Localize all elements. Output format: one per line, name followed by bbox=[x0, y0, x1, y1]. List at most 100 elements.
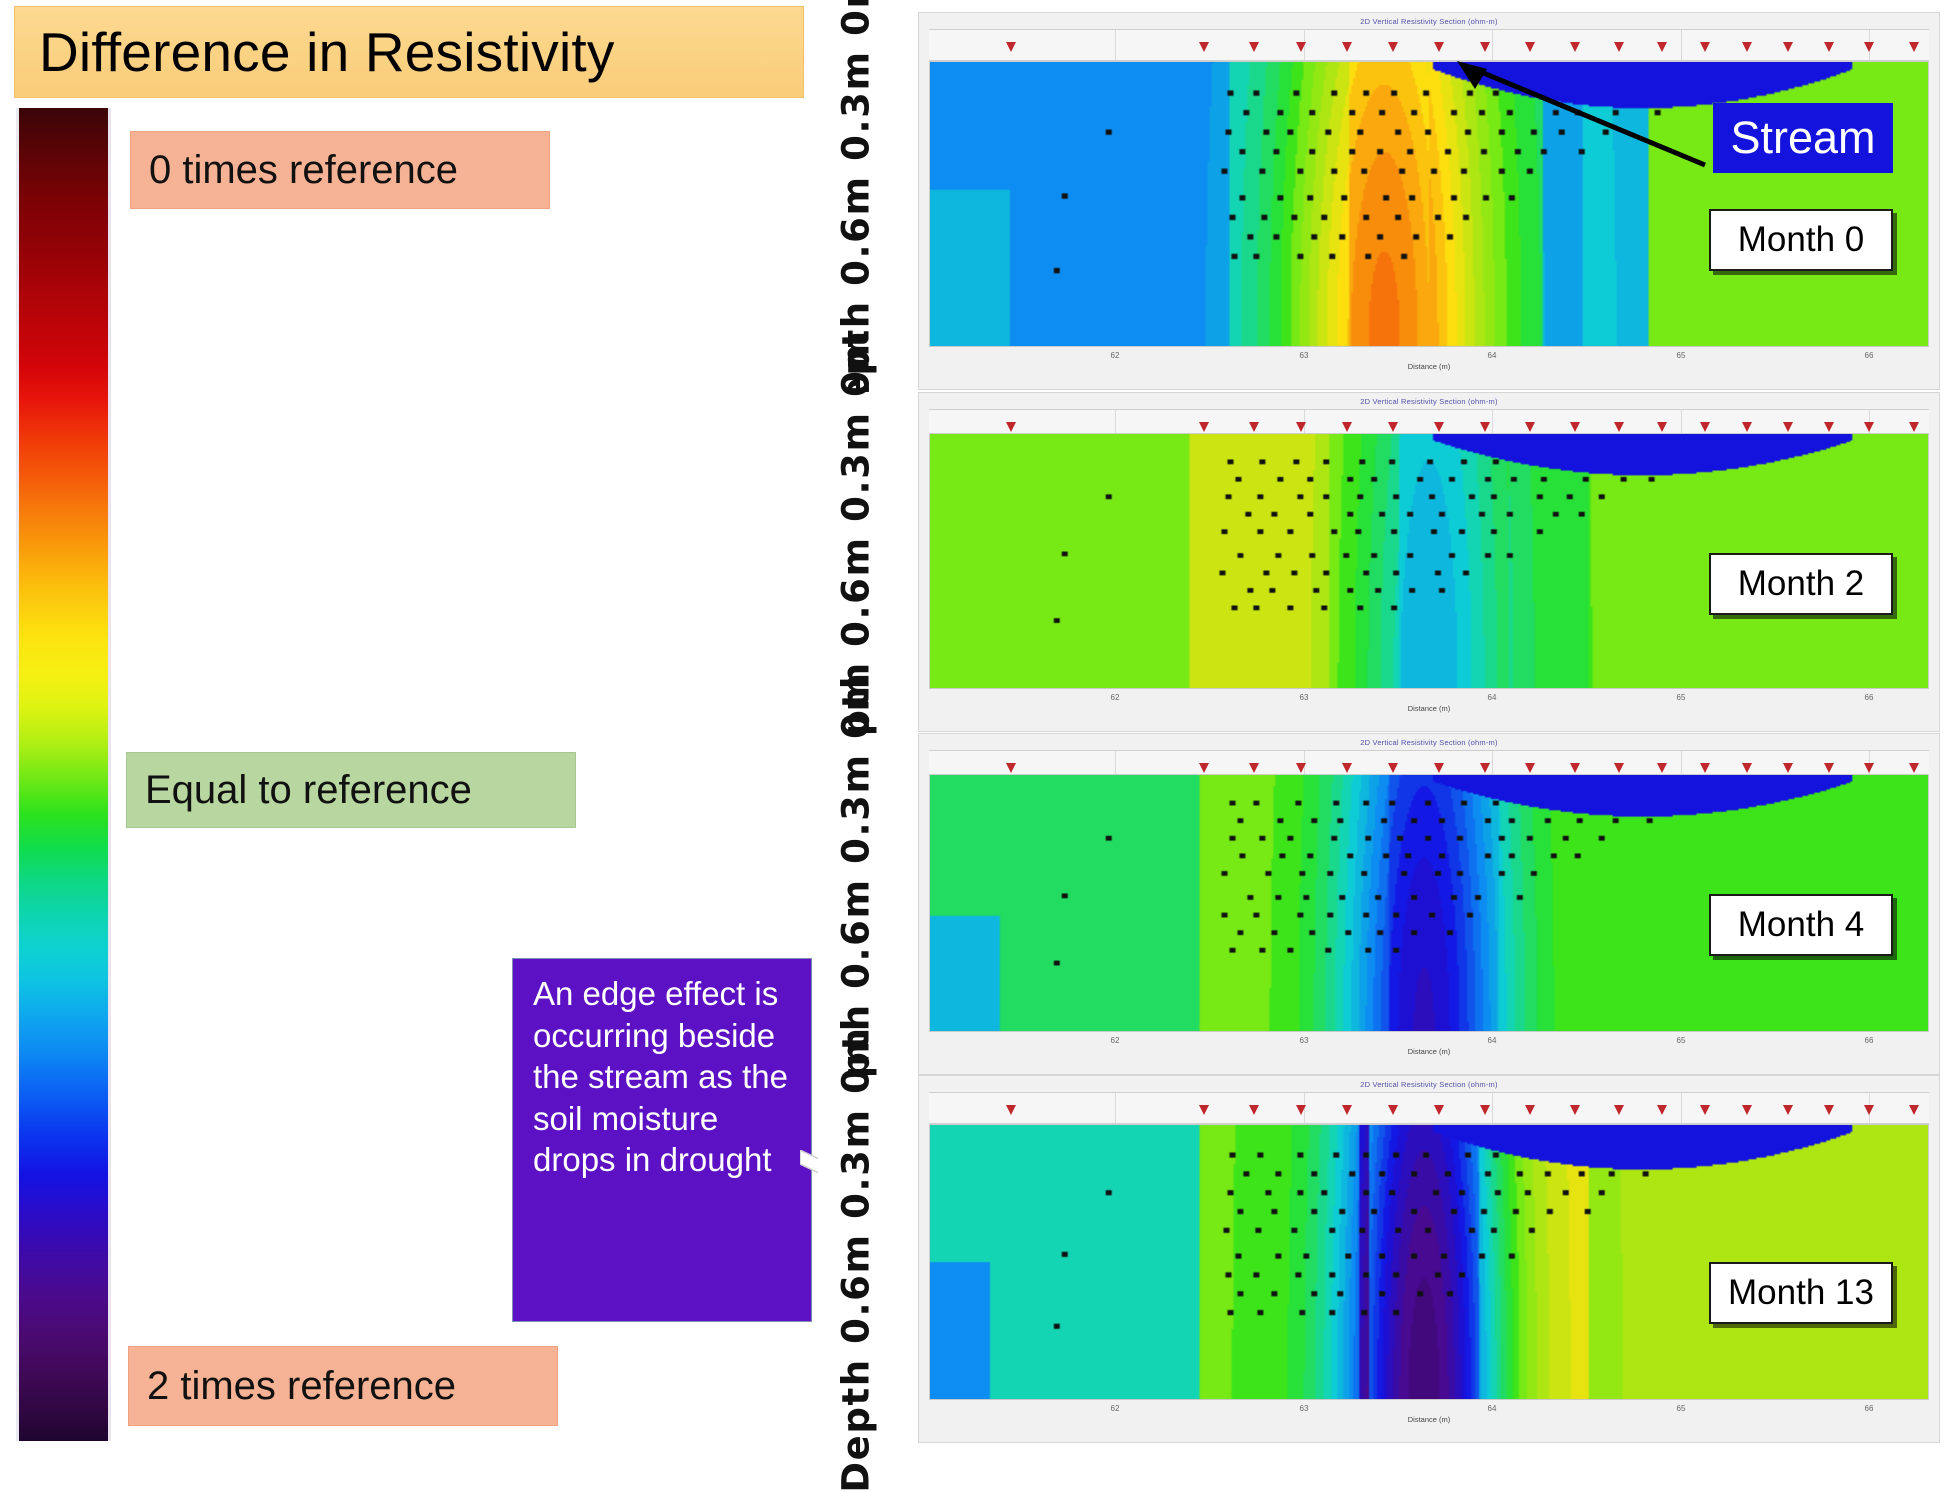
y-axis-label: Depth 0.6m 0.3m 0m bbox=[796, 1026, 916, 1492]
electrode-marker-icon bbox=[1525, 422, 1535, 432]
panel-month-tag: Month 13 bbox=[1709, 1262, 1893, 1324]
electrode-marker-icon bbox=[1864, 763, 1874, 773]
electrode-marker-icon bbox=[1742, 1105, 1752, 1115]
x-axis-tick: 66 bbox=[1864, 1404, 1874, 1413]
x-axis: 62 63 64 65 66 Distance (m) bbox=[929, 346, 1929, 377]
electrode-marker-icon bbox=[1005, 763, 1016, 773]
electrode-marker-icon bbox=[1742, 763, 1752, 773]
electrode-marker-icon bbox=[1249, 1105, 1259, 1115]
electrode-marker-icon bbox=[1434, 422, 1444, 432]
legend-label-zero: 0 times reference bbox=[130, 131, 550, 209]
chart-title: 2D Vertical Resistivity Section (ohm-m) bbox=[1360, 397, 1498, 406]
electrode-marker-icon bbox=[1434, 42, 1444, 52]
electrode-marker-icon bbox=[1824, 1105, 1834, 1115]
electrode-marker-icon bbox=[1569, 422, 1580, 432]
x-axis-title: Distance (m) bbox=[1407, 362, 1451, 371]
resistivity-panel-stack: Depth 0.6m 0.3m 0m 2D Vertical Resistivit… bbox=[818, 0, 1958, 1492]
x-axis-tick: 63 bbox=[1299, 1404, 1309, 1413]
x-axis-tick: 64 bbox=[1487, 1036, 1497, 1045]
legend-label-two: 2 times reference bbox=[128, 1346, 558, 1426]
grid-line bbox=[1492, 1093, 1493, 1123]
legend-label-equal: Equal to reference bbox=[126, 752, 576, 828]
grid-line bbox=[1681, 1093, 1682, 1123]
x-axis-tick: 63 bbox=[1299, 351, 1309, 360]
edge-effect-annotation-text: An edge effect is occurring beside the s… bbox=[533, 975, 788, 1179]
grid-line bbox=[1681, 30, 1682, 60]
panel-month-tag-text: Month 2 bbox=[1737, 564, 1865, 603]
electrode-marker-icon bbox=[1742, 42, 1752, 52]
legend-label-zero-text: 0 times reference bbox=[149, 147, 459, 192]
electrode-marker-icon bbox=[1341, 422, 1352, 432]
x-axis-tick: 62 bbox=[1110, 693, 1120, 702]
y-axis-label-text: Depth 0.6m 0.3m 0m bbox=[834, 1025, 878, 1492]
panel-frame: 2D Vertical Resistivity Section (ohm-m) 6… bbox=[918, 12, 1940, 390]
electrode-marker-icon bbox=[1614, 1105, 1624, 1115]
electrode-marker-icon bbox=[1388, 422, 1398, 432]
resistivity-panel-month-4: Depth 0.6m 0.3m 0m 2D Vertical Resistivit… bbox=[818, 671, 1958, 1137]
electrode-marker-icon bbox=[1864, 422, 1874, 432]
panel-month-tag: Month 0 bbox=[1709, 209, 1893, 271]
electrode-marker-icon bbox=[1864, 42, 1874, 52]
electrode-marker-icon bbox=[1783, 42, 1793, 52]
electrode-marker-icon bbox=[1388, 42, 1398, 52]
electrode-marker-icon bbox=[1341, 1105, 1352, 1115]
electrode-marker-icon bbox=[1199, 422, 1209, 432]
panel-month-tag: Month 2 bbox=[1709, 553, 1893, 615]
panel-month-tag: Month 4 bbox=[1709, 894, 1893, 956]
electrode-marker-icon bbox=[1525, 763, 1535, 773]
page-title: Difference in Resistivity bbox=[14, 6, 804, 98]
stream-callout-badge: Stream bbox=[1713, 103, 1893, 173]
x-axis-tick: 65 bbox=[1676, 351, 1686, 360]
electrode-marker-icon bbox=[1909, 42, 1919, 52]
electrode-marker-icon bbox=[1480, 1105, 1490, 1115]
electrode-marker-icon bbox=[1434, 763, 1444, 773]
x-axis-tick: 65 bbox=[1676, 1036, 1686, 1045]
electrode-marker-icon bbox=[1296, 1105, 1306, 1115]
x-axis-title: Distance (m) bbox=[1407, 1415, 1451, 1424]
electrode-marker-icon bbox=[1699, 1105, 1710, 1115]
electrode-marker-icon bbox=[1296, 422, 1306, 432]
electrode-marker-icon bbox=[1480, 422, 1490, 432]
electrode-marker-icon bbox=[1569, 763, 1580, 773]
electrode-marker-icon bbox=[1341, 42, 1352, 52]
x-axis-tick: 63 bbox=[1299, 1036, 1309, 1045]
page-title-text: Difference in Resistivity bbox=[39, 21, 615, 83]
chart-title: 2D Vertical Resistivity Section (ohm-m) bbox=[1360, 17, 1498, 26]
electrode-marker-icon bbox=[1699, 422, 1710, 432]
edge-effect-annotation: An edge effect is occurring beside the s… bbox=[512, 958, 812, 1322]
x-axis-title: Distance (m) bbox=[1407, 704, 1451, 713]
legend-label-two-text: 2 times reference bbox=[147, 1363, 457, 1408]
electrode-marker-icon bbox=[1480, 42, 1490, 52]
chart-title: 2D Vertical Resistivity Section (ohm-m) bbox=[1360, 1080, 1498, 1089]
electrode-marker-icon bbox=[1657, 42, 1667, 52]
electrode-marker-icon bbox=[1909, 422, 1919, 432]
x-axis: 62 63 64 65 66 Distance (m) bbox=[929, 1399, 1929, 1430]
electrode-marker-icon bbox=[1824, 763, 1834, 773]
electrode-marker-icon bbox=[1569, 1105, 1580, 1115]
panel-frame: 2D Vertical Resistivity Section (ohm-m) 6… bbox=[918, 392, 1940, 732]
electrode-marker-icon bbox=[1296, 763, 1306, 773]
electrode-marker-icon bbox=[1657, 763, 1667, 773]
electrode-marker-icon bbox=[1783, 422, 1793, 432]
resistivity-panel-month-2: Depth 0.6m 0.3m 0m 2D Vertical Resistivit… bbox=[818, 329, 1958, 795]
electrode-marker-icon bbox=[1249, 422, 1259, 432]
y-axis-label: Depth 0.6m 0.3m 0m bbox=[796, 671, 916, 1137]
resistivity-panel-month-13: Depth 0.6m 0.3m 0m 2D Vertical Resistivit… bbox=[818, 1026, 1958, 1492]
electrode-marker-icon bbox=[1199, 42, 1209, 52]
electrode-marker-icon bbox=[1614, 42, 1624, 52]
electrode-marker-icon bbox=[1480, 763, 1490, 773]
x-axis: 62 63 64 65 66 Distance (m) bbox=[929, 688, 1929, 719]
x-axis-tick: 65 bbox=[1676, 693, 1686, 702]
electrode-marker-icon bbox=[1434, 1105, 1444, 1115]
electrode-marker-icon bbox=[1199, 1105, 1209, 1115]
electrode-marker-icon bbox=[1824, 422, 1834, 432]
grid-line bbox=[1115, 1093, 1116, 1123]
grid-line bbox=[1115, 30, 1116, 60]
panel-frame: 2D Vertical Resistivity Section (ohm-m) 6… bbox=[918, 733, 1940, 1075]
panel-month-tag-text: Month 4 bbox=[1737, 905, 1865, 944]
x-axis-tick: 62 bbox=[1110, 1404, 1120, 1413]
electrode-marker-icon bbox=[1249, 763, 1259, 773]
electrode-marker-icon bbox=[1657, 422, 1667, 432]
electrode-marker-icon bbox=[1388, 1105, 1398, 1115]
resistivity-panel-month-0: Depth 0.6m 0.3m 0m 2D Vertical Resistivit… bbox=[818, 0, 1958, 434]
